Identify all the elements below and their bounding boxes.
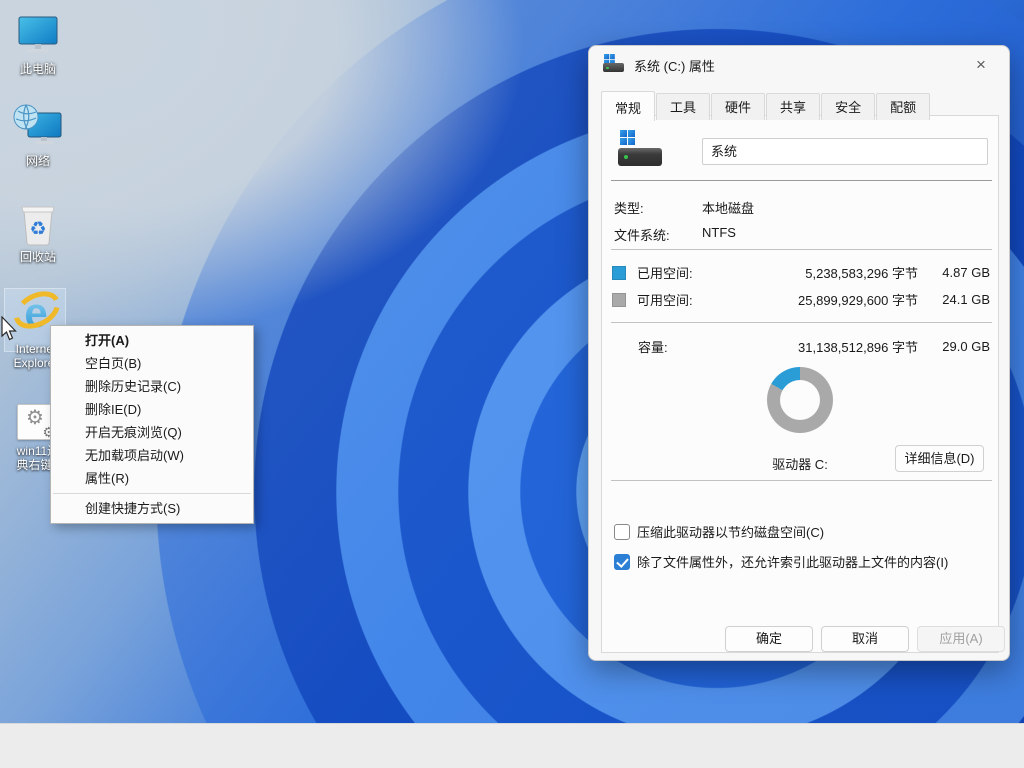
taskbar: 系统 (C:) 属性 英 拼 [0,723,1024,768]
menu-item-open[interactable]: 打开(A) [51,329,253,352]
free-space-label: 可用空间: [637,290,766,309]
details-button[interactable]: 详细信息(D) [895,445,984,472]
free-space-bytes: 25,899,929,600 字节 [766,290,918,309]
tab-strip: 常规 工具 硬件 共享 安全 配额 [601,90,931,120]
tab-sharing[interactable]: 共享 [766,93,820,120]
icon-label: 网络 [8,154,68,168]
network-icon [8,104,68,150]
compress-checkbox-row[interactable]: 压缩此驱动器以节约磁盘空间(C) [614,522,824,541]
filesystem-value: NTFS [702,225,736,244]
drive-caption: 驱动器 C: [730,454,870,473]
svg-text:♻: ♻ [29,219,46,240]
drive-icon-large [618,130,664,174]
this-pc-icon [8,12,68,58]
close-icon[interactable]: × [961,50,1001,80]
separator [611,480,992,481]
tab-hardware[interactable]: 硬件 [711,93,765,120]
icon-label: 回收站 [8,250,68,264]
menu-item-no-addons[interactable]: 无加载项启动(W) [51,444,253,467]
free-space-row: 可用空间: 25,899,929,600 字节 24.1 GB [612,290,990,309]
tab-quota[interactable]: 配额 [876,93,930,120]
compress-checkbox[interactable] [614,524,630,540]
desktop-icon-network[interactable]: 网络 [8,104,68,168]
free-space-size: 24.1 GB [918,292,990,307]
tab-tools[interactable]: 工具 [656,93,710,120]
used-space-row: 已用空间: 5,238,583,296 字节 4.87 GB [612,263,990,282]
capacity-bytes: 31,138,512,896 字节 [766,337,918,356]
capacity-row: 容量: 31,138,512,896 字节 29.0 GB [612,337,990,356]
ie-context-menu: 打开(A) 空白页(B) 删除历史记录(C) 删除IE(D) 开启无痕浏览(Q)… [50,325,254,524]
mouse-cursor [1,316,18,347]
type-label: 类型: [614,198,702,217]
drive-icon [603,54,625,76]
drive-properties-dialog: 系统 (C:) 属性 × 常规 工具 硬件 共享 安全 配额 系统 类型: 本地… [588,45,1010,661]
desktop-icon-this-pc[interactable]: 此电脑 [8,12,68,76]
menu-item-properties[interactable]: 属性(R) [51,467,253,490]
used-space-size: 4.87 GB [918,265,990,280]
tab-security[interactable]: 安全 [821,93,875,120]
used-space-label: 已用空间: [637,263,766,282]
dialog-titlebar[interactable]: 系统 (C:) 属性 × [589,46,1009,84]
separator [611,249,992,250]
separator [611,322,992,323]
menu-item-inprivate[interactable]: 开启无痕浏览(Q) [51,421,253,444]
icon-label: 此电脑 [8,62,68,76]
separator [611,180,992,181]
disk-usage-donut-chart [767,367,833,433]
filesystem-row: 文件系统: NTFS [614,225,990,244]
compress-checkbox-label: 压缩此驱动器以节约磁盘空间(C) [637,522,824,541]
menu-item-create-shortcut[interactable]: 创建快捷方式(S) [51,497,253,520]
filesystem-label: 文件系统: [614,225,702,244]
capacity-label: 容量: [638,337,766,356]
type-row: 类型: 本地磁盘 [614,198,990,217]
desktop-icon-recycle-bin[interactable]: ♻ 回收站 [8,200,68,264]
gear-icon: ⚙ [26,405,44,430]
menu-item-delete-ie[interactable]: 删除IE(D) [51,398,253,421]
apply-button[interactable]: 应用(A) [917,626,1005,652]
used-space-swatch [612,266,626,280]
index-checkbox[interactable] [614,554,630,570]
type-value: 本地磁盘 [702,198,754,217]
tab-general[interactable]: 常规 [601,91,655,121]
used-space-bytes: 5,238,583,296 字节 [766,263,918,282]
ok-button[interactable]: 确定 [725,626,813,652]
recycle-bin-icon: ♻ [8,200,68,246]
index-checkbox-row[interactable]: 除了文件属性外，还允许索引此驱动器上文件的内容(I) [614,552,948,571]
cancel-button[interactable]: 取消 [821,626,909,652]
volume-label-field[interactable]: 系统 [702,138,988,165]
capacity-size: 29.0 GB [918,339,990,354]
dialog-title: 系统 (C:) 属性 [634,56,715,75]
general-tab-panel: 系统 类型: 本地磁盘 文件系统: NTFS 已用空间: 5,238,583,2… [601,115,999,653]
menu-item-blank-page[interactable]: 空白页(B) [51,352,253,375]
free-space-swatch [612,293,626,307]
menu-item-delete-history[interactable]: 删除历史记录(C) [51,375,253,398]
menu-separator [53,493,251,494]
index-checkbox-label: 除了文件属性外，还允许索引此驱动器上文件的内容(I) [637,552,948,571]
